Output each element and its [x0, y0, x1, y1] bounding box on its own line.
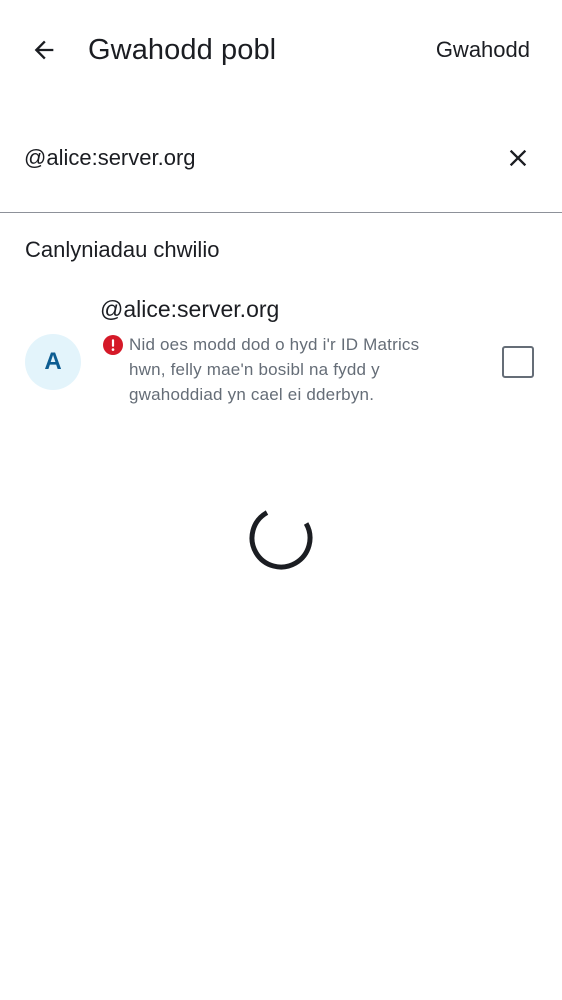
avatar-initial: A — [44, 348, 62, 375]
search-results-heading: Canlyniadau chwilio — [25, 237, 220, 262]
select-user-checkbox[interactable] — [502, 346, 534, 378]
error-icon — [103, 335, 123, 355]
page-title: Gwahodd pobl — [88, 34, 277, 66]
invite-button[interactable]: Gwahodd — [436, 34, 530, 66]
top-app-bar: Gwahodd pobl Gwahodd — [0, 0, 562, 100]
back-button[interactable] — [22, 28, 66, 72]
avatar: A — [25, 334, 81, 390]
close-icon — [509, 149, 527, 167]
search-input[interactable] — [24, 138, 474, 178]
search-result-item[interactable]: A @alice:server.org Nid oes modd dod o h… — [0, 286, 562, 446]
result-user-id: @alice:server.org — [100, 296, 280, 322]
warning-text: Nid oes modd dod o hyd i'r ID Matrics hw… — [129, 335, 420, 404]
loading-spinner-icon — [249, 506, 313, 570]
arrow-left-icon — [34, 40, 54, 60]
invite-people-screen: Gwahodd pobl Gwahodd Canlyniadau chwilio… — [0, 0, 562, 1000]
search-bar — [0, 120, 562, 213]
clear-search-button[interactable] — [496, 136, 540, 180]
